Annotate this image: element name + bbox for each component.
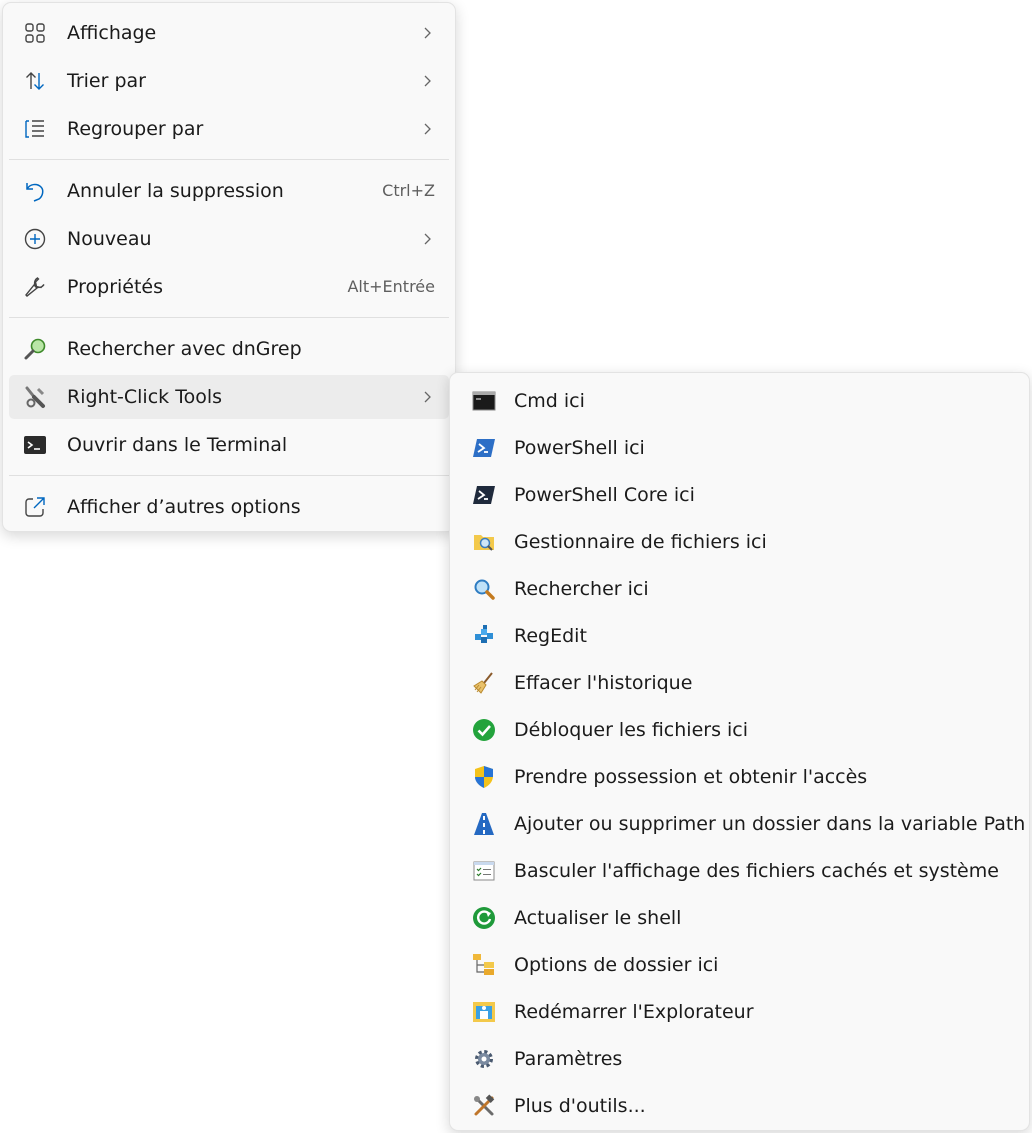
menu-item-nouveau[interactable]: Nouveau [9,217,449,261]
menu-item-label: Nouveau [67,228,152,250]
broom-icon [472,671,496,695]
view-grid-icon [23,21,47,45]
menu-item-label: Regrouper par [67,118,204,140]
chevron-right-icon [419,231,435,247]
submenu-item-debloquer[interactable]: Débloquer les fichiers ici [454,707,1025,753]
chevron-right-icon [419,25,435,41]
submenu-item-rechercher[interactable]: Rechercher ici [454,566,1025,612]
submenu-item-label: Débloquer les fichiers ici [514,719,749,741]
undo-icon [23,179,47,203]
terminal-icon [23,433,47,457]
right-click-tools-submenu: Cmd ici PowerShell ici PowerShell Core i… [449,372,1030,1131]
menu-item-annuler-suppression[interactable]: Annuler la suppression Ctrl+Z [9,169,449,213]
check-circle-icon [472,718,496,742]
submenu-item-label: Actualiser le shell [514,907,682,929]
shortcut-label: Alt+Entrée [347,277,435,296]
menu-item-proprietes[interactable]: Propriétés Alt+Entrée [9,265,449,309]
uac-shield-icon [472,765,496,789]
submenu-item-label: PowerShell Core ici [514,484,695,506]
menu-item-label: Afficher d’autres options [67,496,301,518]
regedit-icon [472,624,496,648]
checklist-window-icon [472,859,496,883]
menu-item-trier-par[interactable]: Trier par [9,59,449,103]
chevron-right-icon [419,73,435,89]
submenu-item-actualiser-shell[interactable]: Actualiser le shell [454,895,1025,941]
submenu-item-gestionnaire-fichiers[interactable]: Gestionnaire de fichiers ici [454,519,1025,565]
powershell-icon [472,436,496,460]
submenu-item-prendre-possession[interactable]: Prendre possession et obtenir l'accès [454,754,1025,800]
menu-item-affichage[interactable]: Affichage [9,11,449,55]
more-tools-icon [472,1094,496,1118]
chevron-right-icon [419,389,435,405]
settings-gear-icon [472,1047,496,1071]
submenu-item-parametres[interactable]: Paramètres [454,1036,1025,1082]
submenu-item-label: Plus d'outils... [514,1095,646,1117]
menu-separator [9,159,449,160]
menu-item-label: Propriétés [67,276,164,298]
submenu-item-fichiers-caches[interactable]: Basculer l'affichage des fichiers cachés… [454,848,1025,894]
submenu-item-label: PowerShell ici [514,437,645,459]
menu-item-right-click-tools[interactable]: Right-Click Tools [9,375,449,419]
submenu-item-variable-path[interactable]: Ajouter ou supprimer un dossier dans la … [454,801,1025,847]
menu-item-regrouper-par[interactable]: Regrouper par [9,107,449,151]
cmd-icon [472,389,496,413]
submenu-item-label: Prendre possession et obtenir l'accès [514,766,868,788]
group-list-icon [23,117,47,141]
search-icon [472,577,496,601]
submenu-item-powershell-core[interactable]: PowerShell Core ici [454,472,1025,518]
menu-item-ouvrir-terminal[interactable]: Ouvrir dans le Terminal [9,423,449,467]
context-menu: Affichage Trier par Regrouper par Annule… [2,2,456,532]
submenu-item-effacer-historique[interactable]: Effacer l'historique [454,660,1025,706]
submenu-item-label: Gestionnaire de fichiers ici [514,531,767,553]
menu-separator [9,475,449,476]
submenu-item-regedit[interactable]: RegEdit [454,613,1025,659]
submenu-item-label: RegEdit [514,625,587,647]
file-manager-icon [472,530,496,554]
submenu-item-label: Basculer l'affichage des fichiers cachés… [514,860,999,882]
menu-item-label: Ouvrir dans le Terminal [67,434,288,456]
menu-item-autres-options[interactable]: Afficher d’autres options [9,485,449,529]
restart-explorer-icon [472,1000,496,1024]
path-road-icon [472,812,496,836]
submenu-item-label: Options de dossier ici [514,954,719,976]
wrench-icon [23,275,47,299]
refresh-icon [472,906,496,930]
submenu-item-options-dossier[interactable]: Options de dossier ici [454,942,1025,988]
submenu-item-plus-outils[interactable]: Plus d'outils... [454,1083,1025,1129]
powershell-core-icon [472,483,496,507]
menu-item-rechercher-dngrep[interactable]: Rechercher avec dnGrep [9,327,449,371]
menu-separator [9,317,449,318]
menu-item-label: Affichage [67,22,157,44]
submenu-item-label: Paramètres [514,1048,623,1070]
menu-item-label: Right-Click Tools [67,386,223,408]
shortcut-label: Ctrl+Z [382,181,435,200]
tools-icon [23,385,47,409]
menu-item-label: Trier par [67,70,146,92]
submenu-item-redemarrer-explorateur[interactable]: Redémarrer l'Explorateur [454,989,1025,1035]
submenu-item-label: Effacer l'historique [514,672,693,694]
submenu-item-powershell[interactable]: PowerShell ici [454,425,1025,471]
new-plus-icon [23,227,47,251]
submenu-item-cmd[interactable]: Cmd ici [454,378,1025,424]
submenu-item-label: Ajouter ou supprimer un dossier dans la … [514,813,1026,835]
submenu-item-label: Cmd ici [514,390,585,412]
sort-arrows-icon [23,69,47,93]
folder-options-icon [472,953,496,977]
chevron-right-icon [419,121,435,137]
submenu-item-label: Rechercher ici [514,578,649,600]
menu-item-label: Annuler la suppression [67,180,284,202]
dngrep-magnifier-icon [23,337,47,361]
submenu-item-label: Redémarrer l'Explorateur [514,1001,754,1023]
share-external-icon [23,495,47,519]
menu-item-label: Rechercher avec dnGrep [67,338,302,360]
